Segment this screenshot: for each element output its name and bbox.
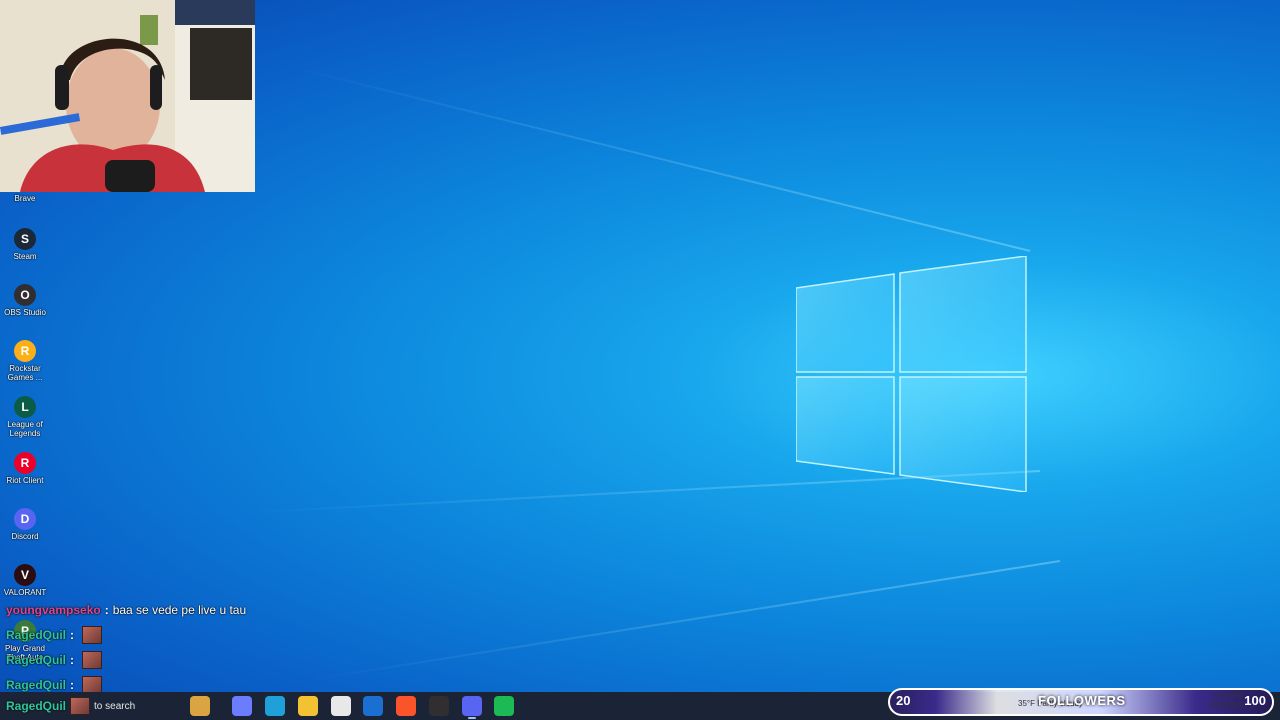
webcam-feed	[0, 0, 255, 192]
followers-goal-bar: 20 35°F Partly cloudy FOLLOWERS 10:45 PM…	[888, 688, 1274, 716]
desktop-icon-discord[interactable]: D Discord	[0, 508, 50, 541]
desktop-icon-label: League of Legends	[7, 420, 43, 438]
desktop-icon-obs[interactable]: O OBS Studio	[0, 284, 50, 317]
wallpaper-beam	[282, 63, 1031, 252]
taskbar-obs-button[interactable]	[429, 696, 449, 716]
followers-target: 100	[1244, 693, 1266, 708]
desktop-icon-label: VALORANT	[3, 588, 47, 597]
chat-username: RagedQuil	[6, 652, 67, 667]
desktop-icon-label: Discord	[11, 532, 39, 541]
chat-username: RagedQuil	[6, 677, 67, 692]
desktop-icon-label: Rockstar Games ...	[7, 364, 43, 382]
clock-date: 12/28/2025	[1208, 702, 1244, 709]
chat-separator: :	[104, 602, 109, 617]
followers-label: FOLLOWERS	[1038, 693, 1126, 708]
chat-text: baa se vede pe live u tau	[112, 602, 247, 617]
system-clock[interactable]: 10:45 PM 12/28/2025	[1208, 692, 1243, 710]
riot-icon: R	[14, 452, 36, 474]
chat-separator: :	[70, 627, 75, 642]
chat-username: RagedQuil	[6, 627, 67, 642]
taskbar-outlook-button[interactable]	[363, 696, 383, 716]
search-placeholder: to search	[94, 700, 136, 712]
desktop-icon-steam[interactable]: S Steam	[0, 228, 50, 261]
chat-message: RagedQuil:	[6, 672, 306, 692]
chat-separator: :	[70, 652, 75, 667]
windows-logo	[796, 256, 1027, 492]
taskbar-widgets-button[interactable]	[190, 696, 210, 716]
desktop-icon-label: Riot Client	[6, 476, 44, 485]
wallpaper-beam	[309, 560, 1061, 681]
emote-face	[82, 650, 103, 669]
desktop-icon-label: OBS Studio	[4, 308, 46, 317]
desktop-icon-label: Brave	[14, 194, 36, 203]
taskbar-file-explorer-button[interactable]	[298, 696, 318, 716]
desktop-icon-label: Steam	[13, 252, 37, 261]
chat-message: RagedQuil:	[6, 647, 306, 672]
clock-time: 10:45 PM	[1213, 693, 1244, 700]
obs-icon: O	[14, 284, 36, 306]
taskbar-discord-button[interactable]	[462, 696, 482, 719]
emote-face	[70, 697, 91, 715]
emote-face	[82, 675, 103, 692]
taskbar-copilot-button[interactable]	[232, 696, 252, 716]
overlay-username: RagedQuil	[6, 699, 67, 713]
taskbar-brave-button[interactable]	[396, 696, 416, 716]
desktop: Brave S Steam O OBS Studio R Rockstar Games ..…	[0, 0, 1280, 692]
chat-message: RagedQuil:	[6, 622, 306, 647]
league-icon: L	[14, 396, 36, 418]
taskbar-spotify-button[interactable]	[494, 696, 514, 716]
chat-message: youngvampseko: baa se vede pe live u tau	[6, 597, 306, 622]
emote-face	[82, 625, 103, 644]
chat-separator: :	[70, 677, 75, 692]
taskbar-microsoft-store-button[interactable]	[331, 696, 351, 716]
taskbar-search[interactable]: RagedQuil to search	[0, 692, 176, 720]
desktop-icon-rockstar[interactable]: R Rockstar Games ...	[0, 340, 50, 382]
desktop-icon-valorant[interactable]: V VALORANT	[0, 564, 50, 597]
webcam-overlay	[0, 0, 255, 192]
desktop-icon-league[interactable]: L League of Legends	[0, 396, 50, 438]
taskbar-edge-button[interactable]	[265, 696, 285, 716]
chat-username: youngvampseko	[6, 602, 101, 617]
rockstar-icon: R	[14, 340, 36, 362]
followers-current: 20	[896, 693, 911, 708]
valorant-icon: V	[14, 564, 36, 586]
stream-chat: youngvampseko: baa se vede pe live u tau R…	[6, 597, 306, 692]
desktop-icon-riot[interactable]: R Riot Client	[0, 452, 50, 485]
desktop-icon-brave[interactable]: Brave	[0, 192, 50, 203]
discord-icon: D	[14, 508, 36, 530]
steam-icon: S	[14, 228, 36, 250]
